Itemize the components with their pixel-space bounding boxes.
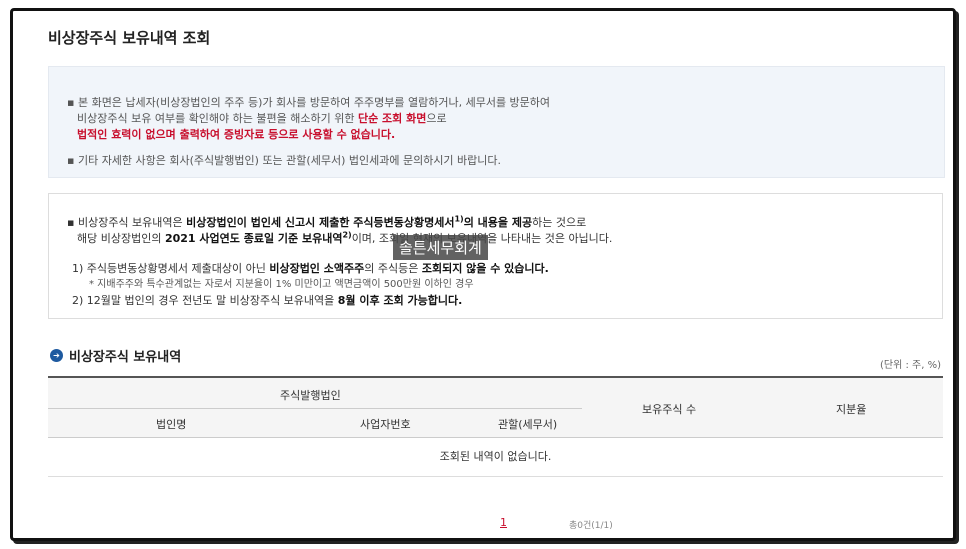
footnote-1: 1) 주식등변동상황명세서 제출대상이 아닌 비상장법인 소액주주의 주식등은 … — [72, 260, 549, 276]
info-line-1: ▪ 비상장주식 보유내역은 비상장법인이 법인세 신고시 제출한 주식등변동상황… — [67, 214, 587, 229]
notice-text-4: 기타 자세한 사항은 회사(주식발행법인) 또는 관할(세무서) 법인세과에 문… — [77, 154, 502, 167]
info-text-2a: 해당 비상장법인의 — [77, 232, 165, 245]
page-link-current[interactable]: 1 — [500, 516, 507, 529]
footnote-1-text-b: 비상장법인 소액주주 — [269, 262, 365, 275]
header-corp-name: 법인명 — [156, 418, 187, 431]
info-text-1a: 비상장주식 보유내역은 — [77, 216, 187, 229]
watermark-label: 솔튼세무회계 — [393, 235, 488, 260]
footnote-1-marker: 1) — [454, 214, 464, 224]
header-divider — [48, 408, 582, 409]
notice-line-1: ▪ 본 화면은 납세자(비상장법인의 주주 등)가 회사를 방문하여 주주명부를… — [67, 96, 551, 109]
empty-row-message: 조회된 내역이 없습니다. — [48, 438, 943, 477]
unit-label: (단위 : 주, %) — [880, 360, 941, 371]
header-shares-held: 보유주식 수 — [642, 403, 697, 416]
notice-highlight-simple-query: 단순 조회 화면 — [357, 112, 427, 125]
section-title: 비상장주식 보유내역 — [69, 350, 182, 365]
info-line-2: 해당 비상장법인의 2021 사업연도 종료일 기준 보유내역2)이며, 조회일… — [77, 230, 612, 246]
footnote-1-text-a: 1) 주식등변동상황명세서 제출대상이 아닌 — [72, 262, 270, 275]
notice-text-2a: 비상장주식 보유 여부를 확인해야 하는 불편을 해소하기 위한 — [77, 112, 358, 125]
notice-line-2: 비상장주식 보유 여부를 확인해야 하는 불편을 해소하기 위한 단순 조회 화… — [77, 110, 447, 126]
footnote-2-text-a: 2) 12월말 법인의 경우 전년도 말 비상장주식 보유내역을 — [72, 294, 338, 307]
holdings-table: 주식발행법인 법인명 사업자번호 관할(세무서) 보유주식 수 지분율 조회된 … — [48, 376, 943, 477]
header-issuer-group: 주식발행법인 — [280, 389, 341, 402]
header-share-ratio: 지분율 — [836, 403, 867, 416]
header-biz-number: 사업자번호 — [360, 418, 411, 431]
footnote-1-sub: * 지배주주와 특수관계없는 자로서 지분율이 1% 미만이고 액면금액이 50… — [89, 279, 474, 290]
footnote-2-marker: 2) — [342, 230, 352, 240]
notice-line-4: ▪ 기타 자세한 사항은 회사(주식발행법인) 또는 관할(세무서) 법인세과에… — [67, 154, 502, 167]
info-box: ▪ 비상장주식 보유내역은 비상장법인이 법인세 신고시 제출한 주식등변동상황… — [48, 193, 943, 319]
notice-text-2c: 으로 — [426, 112, 447, 125]
result-count: 총0건(1/1) — [569, 521, 613, 531]
footnote-1-text-d: 조회되지 않을 수 있습니다. — [421, 262, 549, 275]
notice-legal-warning: 법적인 효력이 없으며 출력하여 증빙자료 등으로 사용할 수 없습니다. — [77, 128, 396, 141]
header-tax-office: 관할(세무서) — [498, 418, 558, 431]
window-frame: 비상장주식 보유내역 조회 ▪ 본 화면은 납세자(비상장법인의 주주 등)가 … — [10, 8, 956, 541]
info-text-1c: 의 내용을 제공 — [463, 216, 533, 229]
info-text-1b: 비상장법인이 법인세 신고시 제출한 주식등변동상황명세서 — [186, 216, 455, 229]
info-text-1d: 하는 것으로 — [532, 216, 587, 229]
section-bullet-icon: ➔ — [50, 349, 63, 362]
table-header: 주식발행법인 법인명 사업자번호 관할(세무서) 보유주식 수 지분율 — [48, 378, 943, 438]
notice-text-1: 본 화면은 납세자(비상장법인의 주주 등)가 회사를 방문하여 주주명부를 열… — [77, 96, 551, 109]
page-title: 비상장주식 보유내역 조회 — [48, 29, 211, 47]
info-text-2b: 2021 사업연도 종료일 기준 보유내역 — [164, 232, 343, 245]
footnote-1-text-c: 의 주식등은 — [364, 262, 422, 275]
footnote-2: 2) 12월말 법인의 경우 전년도 말 비상장주식 보유내역을 8월 이후 조… — [72, 292, 462, 308]
footnote-2-text-b: 8월 이후 조회 가능합니다. — [337, 294, 463, 307]
notice-box: ▪ 본 화면은 납세자(비상장법인의 주주 등)가 회사를 방문하여 주주명부를… — [48, 66, 945, 178]
